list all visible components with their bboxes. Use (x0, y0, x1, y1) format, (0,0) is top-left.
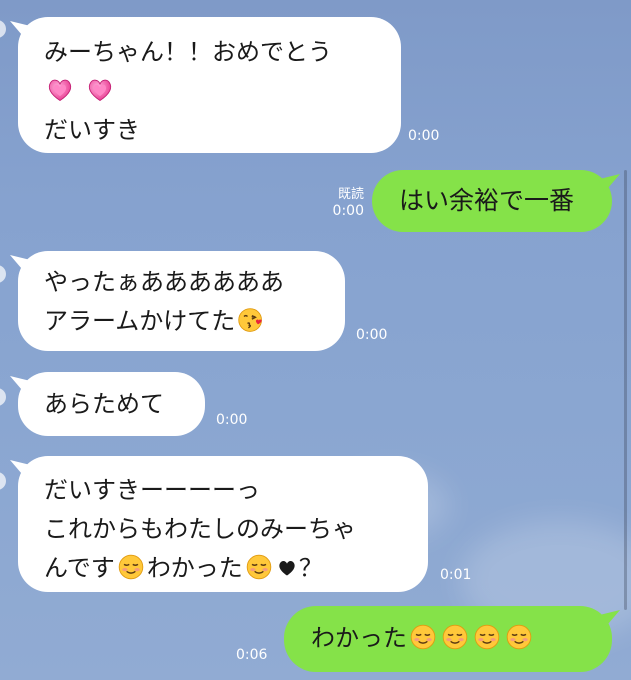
smiling-emoji (474, 624, 500, 650)
sender-avatar-edge[interactable] (0, 388, 6, 406)
message-text: みーちゃん！！おめでとう (44, 38, 332, 66)
message-meta: 0:06 (236, 647, 267, 663)
timestamp: 0:00 (356, 327, 388, 343)
kiss-emoji (238, 308, 263, 332)
heart-emoji (48, 79, 72, 102)
message-text: あらためて (44, 390, 164, 418)
emoji-row (44, 72, 401, 111)
timestamp: 0:00 (332, 203, 364, 219)
message-bubble-incoming[interactable]: みーちゃん！！おめでとう だいすき (18, 17, 401, 153)
smiling-emoji (246, 554, 272, 580)
message-bubble-outgoing[interactable]: はい余裕で一番 (372, 170, 612, 232)
smiling-emoji (410, 624, 436, 650)
message-text: これからもわたしのみーちゃ (44, 515, 356, 543)
timestamp: 0:00 (216, 412, 248, 428)
heart-emoji (88, 79, 111, 102)
smiling-emoji (506, 624, 532, 650)
message-text: だいすきーーーーっ (44, 476, 260, 504)
message-bubble-outgoing[interactable]: わかった (284, 606, 612, 672)
chat-view: みーちゃん！！おめでとう だいすき 0:00 はい余裕で一番 既読 0:00 や… (0, 0, 631, 680)
sender-avatar-edge[interactable] (0, 472, 6, 490)
message-line: アラームかけてた (44, 302, 345, 341)
black-heart-icon (279, 560, 295, 576)
message-meta: 0:00 (356, 327, 387, 343)
message-meta: 0:00 (408, 128, 439, 144)
message-text: ？ (298, 554, 323, 582)
message-meta: 0:01 (440, 567, 471, 583)
smiling-emoji (118, 554, 144, 580)
message-text: だいすき (44, 116, 140, 144)
timestamp: 0:00 (408, 128, 440, 144)
message-text: やったぁああああああ (44, 268, 284, 296)
message-line: んです わかった ？ (44, 549, 428, 588)
message-line: わかった (311, 619, 612, 658)
sender-avatar-edge[interactable] (0, 265, 6, 283)
message-meta: 0:00 (216, 412, 247, 428)
message-text: はい余裕で一番 (399, 186, 575, 215)
message-text: アラームかけてた (44, 307, 236, 335)
read-receipt: 既読 (337, 187, 364, 202)
message-meta: 既読 0:00 (322, 187, 364, 219)
message-text: わかった (311, 624, 407, 652)
message-text: んです (44, 554, 115, 582)
sender-avatar-edge[interactable] (0, 20, 6, 38)
message-bubble-incoming[interactable]: あらためて (18, 372, 205, 436)
timestamp: 0:01 (440, 567, 472, 583)
message-bubble-incoming[interactable]: だいすきーーーーっ これからもわたしのみーちゃ んです わかった ？ (18, 456, 428, 592)
smiling-emoji (442, 624, 468, 650)
message-bubble-incoming[interactable]: やったぁああああああ アラームかけてた (18, 251, 345, 351)
timestamp: 0:06 (236, 647, 268, 663)
scrollbar[interactable] (624, 170, 627, 610)
message-text: わかった (146, 554, 243, 582)
